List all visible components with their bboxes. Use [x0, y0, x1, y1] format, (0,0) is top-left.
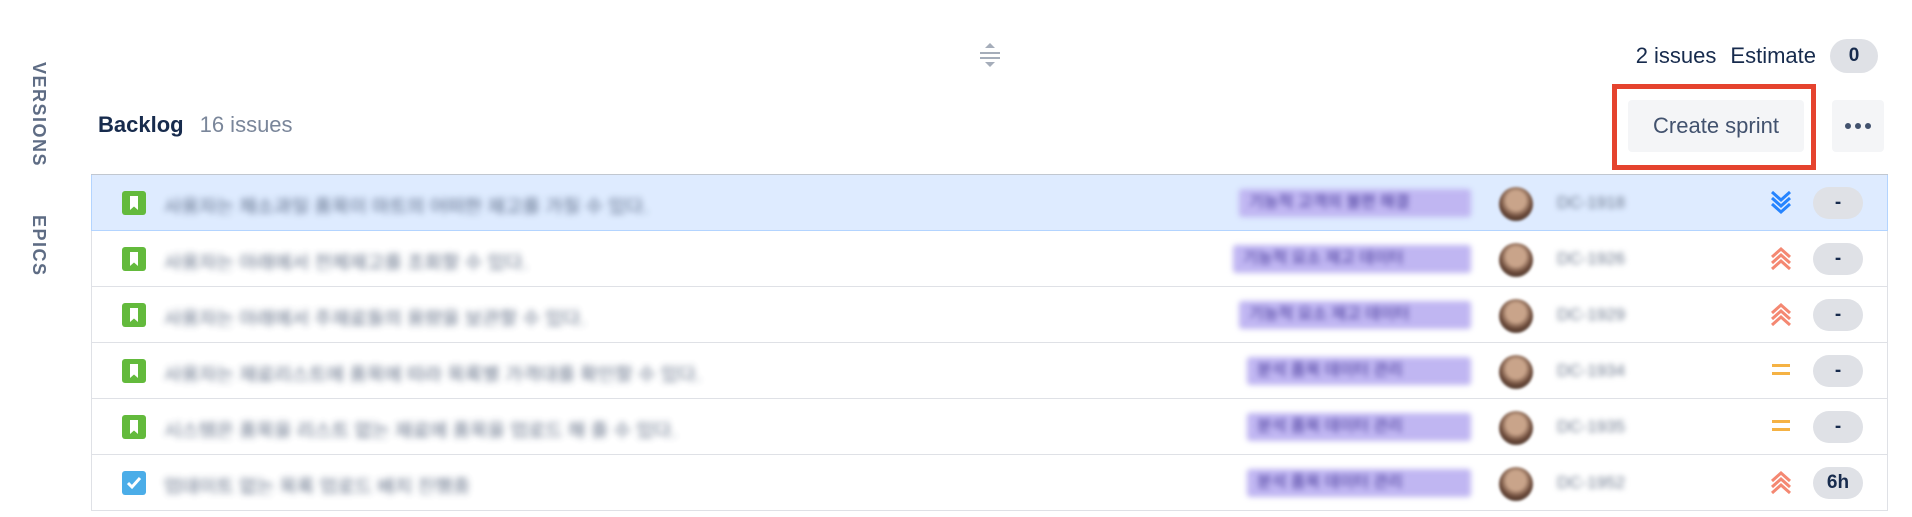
issue-row[interactable]: 업데이트 없는 목록 업로드 배치 진행중 분석 품목 데이터 관리 DC-1952… [91, 455, 1888, 511]
epic-lozenge[interactable]: 기능적 요소 재고 데이터 [1239, 301, 1471, 329]
estimate-label: Estimate [1730, 43, 1816, 68]
priority-medium-icon [1769, 357, 1793, 383]
issue-row[interactable]: 시스템은 품목을 리스트 없는 재료에 품목을 업로드 해 줄 수 있다. 분석 … [91, 399, 1888, 455]
epic-lozenge[interactable]: 분석 품목 데이터 관리 [1247, 413, 1471, 441]
estimate-badge[interactable]: - [1813, 355, 1863, 387]
backlog-issue-count: 16 issues [199, 112, 293, 137]
estimate-badge: 0 [1830, 39, 1878, 73]
estimate-badge[interactable]: - [1813, 187, 1863, 219]
issue-row[interactable]: 사용자는 아래에서 주재료들의 용량을 보관할 수 있다. 기능적 요소 재고 데… [91, 287, 1888, 343]
issue-summary: 사용자는 재료리스트에 품목에 따라 목록별 가격대를 확인할 수 있다. [164, 365, 701, 382]
versions-tab[interactable]: VERSIONS [28, 62, 49, 167]
story-icon [122, 359, 146, 383]
story-icon [122, 191, 146, 215]
issue-row[interactable]: 사용자는 재료리스트에 품목에 따라 목록별 가격대를 확인할 수 있다. 분석 … [91, 343, 1888, 399]
epic-lozenge[interactable]: 분석 품목 데이터 관리 [1247, 469, 1471, 497]
assignee-avatar[interactable] [1499, 187, 1533, 221]
issue-summary: 시스템은 품목을 리스트 없는 재료에 품목을 업로드 해 줄 수 있다. [164, 421, 677, 438]
priority-lowest-icon [1769, 189, 1793, 215]
issue-row[interactable]: 사용자는 채소과일 품목이 마트의 어떠한 재고를 가질 수 있다. 기능적 고객… [91, 175, 1888, 231]
story-icon [122, 247, 146, 271]
sprint-issue-count: 2 issues [1635, 43, 1717, 68]
assignee-avatar[interactable] [1499, 299, 1533, 333]
issue-row[interactable]: 사용자는 아래에서 전체재고를 조회할 수 있다. 기능적 요소 재고 데이터 DC… [91, 231, 1888, 287]
epic-lozenge[interactable]: 기능적 고객의 불편 해결 [1239, 189, 1471, 217]
drag-handle-icon [980, 43, 1000, 67]
issue-summary: 사용자는 아래에서 주재료들의 용량을 보관할 수 있다. [164, 309, 586, 326]
issue-key[interactable]: DC-1926 [1557, 249, 1625, 269]
assignee-avatar[interactable] [1499, 243, 1533, 277]
backlog-panel: VERSIONS EPICS 2 issues Estimate 0 Backl… [0, 0, 1912, 517]
create-sprint-button[interactable]: Create sprint [1628, 100, 1804, 152]
more-dot [1865, 123, 1871, 129]
issue-summary: 업데이트 없는 목록 업로드 배치 진행중 [164, 477, 471, 494]
issue-list: 사용자는 채소과일 품목이 마트의 어떠한 재고를 가질 수 있다. 기능적 고객… [91, 174, 1888, 511]
assignee-avatar[interactable] [1499, 467, 1533, 501]
issue-key[interactable]: DC-1929 [1557, 305, 1625, 325]
backlog-title: Backlog [98, 112, 184, 137]
issue-key[interactable]: DC-1934 [1557, 361, 1625, 381]
priority-highest-icon [1769, 469, 1793, 495]
estimate-badge[interactable]: - [1813, 299, 1863, 331]
resize-handle[interactable] [976, 40, 1004, 70]
more-actions-button[interactable] [1832, 100, 1884, 152]
more-dot [1855, 123, 1861, 129]
estimate-badge[interactable]: 6h [1813, 467, 1863, 499]
estimate-badge[interactable]: - [1813, 243, 1863, 275]
priority-highest-icon [1769, 245, 1793, 271]
issue-key[interactable]: DC-1935 [1557, 417, 1625, 437]
priority-medium-icon [1769, 413, 1793, 439]
epic-lozenge[interactable]: 기능적 요소 재고 데이터 [1233, 245, 1471, 273]
assignee-avatar[interactable] [1499, 355, 1533, 389]
assignee-avatar[interactable] [1499, 411, 1533, 445]
more-dot [1845, 123, 1851, 129]
issue-key[interactable]: DC-1952 [1557, 473, 1625, 493]
epics-tab[interactable]: EPICS [28, 215, 49, 277]
issue-key[interactable]: DC-1918 [1557, 193, 1625, 213]
epic-lozenge[interactable]: 분석 품목 데이터 관리 [1247, 357, 1471, 385]
backlog-header: Backlog 16 issues [98, 112, 293, 144]
estimate-badge[interactable]: - [1813, 411, 1863, 443]
priority-highest-icon [1769, 301, 1793, 327]
issue-summary: 사용자는 채소과일 품목이 마트의 어떠한 재고를 가질 수 있다. [164, 197, 649, 214]
story-icon [122, 415, 146, 439]
issue-summary: 사용자는 아래에서 전체재고를 조회할 수 있다. [164, 253, 528, 270]
task-icon [122, 471, 146, 495]
sprint-summary: 2 issues Estimate 0 [1635, 39, 1878, 73]
story-icon [122, 303, 146, 327]
